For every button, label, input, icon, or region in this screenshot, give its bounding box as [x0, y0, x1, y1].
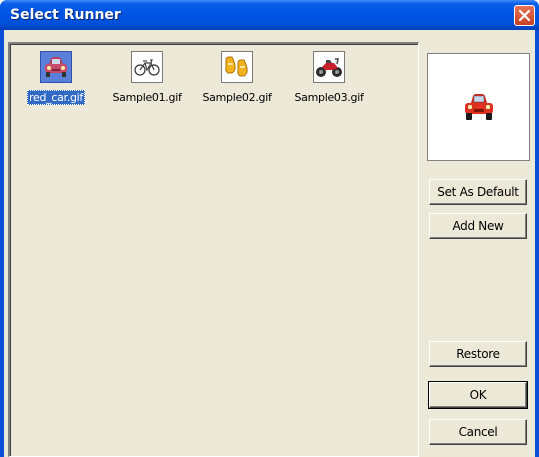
runner-item-sample03[interactable]: Sample03.gif — [287, 51, 371, 111]
restore-button[interactable]: Restore — [429, 341, 527, 367]
runner-label: Sample02.gif — [202, 91, 272, 104]
title-bar[interactable]: Select Runner — [0, 0, 539, 30]
runner-label: red_car.gif — [27, 90, 85, 105]
runner-preview — [427, 53, 530, 161]
runner-label: Sample01.gif — [112, 91, 182, 104]
motorcycle-icon — [313, 51, 345, 83]
shoes-icon — [221, 51, 253, 83]
runner-list[interactable]: red_car.gif Sample01.gif Sample02.gif Sa… — [8, 42, 419, 457]
close-button[interactable] — [514, 5, 535, 26]
runner-item-red-car[interactable]: red_car.gif — [14, 51, 98, 111]
red-car-icon — [40, 51, 72, 83]
select-runner-dialog: Select Runner red_car.gif Sample01.gif S… — [0, 0, 539, 457]
add-new-button[interactable]: Add New — [429, 213, 527, 239]
red-car-icon — [464, 94, 493, 120]
bicycle-icon — [131, 51, 163, 83]
close-icon — [518, 9, 531, 22]
set-as-default-button[interactable]: Set As Default — [429, 179, 527, 205]
cancel-button[interactable]: Cancel — [429, 419, 527, 445]
window-title: Select Runner — [10, 7, 121, 23]
ok-button[interactable]: OK — [428, 381, 528, 409]
runner-label: Sample03.gif — [294, 91, 364, 104]
runner-item-sample02[interactable]: Sample02.gif — [195, 51, 279, 111]
dialog-body: red_car.gif Sample01.gif Sample02.gif Sa… — [4, 30, 535, 457]
runner-item-sample01[interactable]: Sample01.gif — [105, 51, 189, 111]
